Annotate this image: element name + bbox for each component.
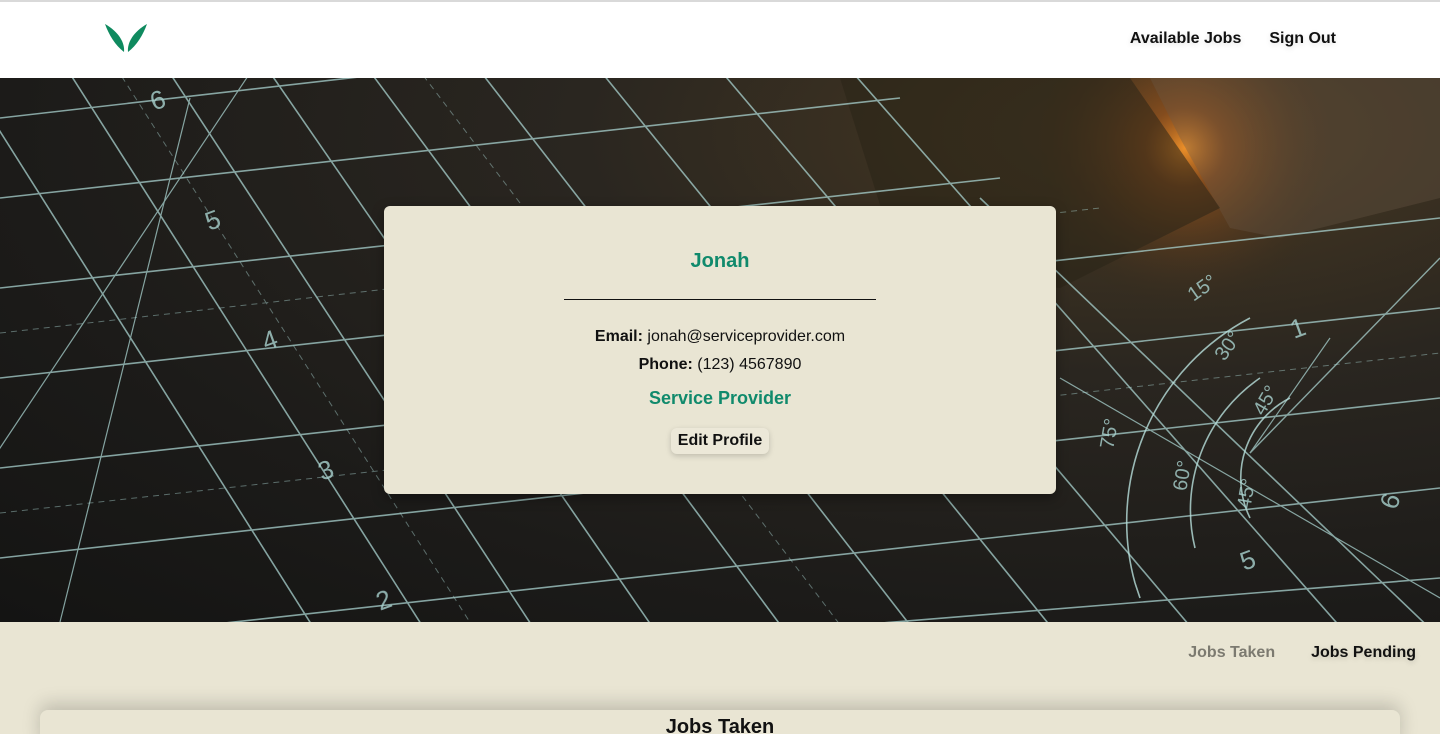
ruler-number: 45° [1233,477,1260,511]
main-nav: Available Jobs Sign Out [1130,30,1336,48]
ruler-number: 75° [1096,417,1123,451]
ruler-number: 3 [314,453,338,486]
tab-jobs-pending[interactable]: Jobs Pending [1311,644,1416,662]
ruler-number: 5 [201,203,225,236]
phone-label: Phone: [638,356,693,373]
ruler-number: 4 [258,323,282,356]
jobs-section: Jobs Taken Jobs Pending Jobs Taken [0,622,1440,734]
top-navbar: Available Jobs Sign Out [0,2,1440,78]
tab-jobs-taken[interactable]: Jobs Taken [1188,644,1275,662]
profile-name: Jonah [690,250,750,272]
role-label: Service Provider [648,388,792,408]
leaf-logo-icon[interactable] [103,21,149,53]
ruler-number: 6 [146,83,170,116]
phone-row: Phone: (123) 4567890 [384,356,1056,374]
jobs-tabs: Jobs Taken Jobs Pending [1188,644,1416,662]
email-label: Email: [594,328,643,345]
divider [564,299,876,300]
profile-card: Jonah Email: jonah@serviceprovider.com P… [384,206,1056,494]
email-row: Email: jonah@serviceprovider.com [384,328,1056,346]
phone-value: (123) 4567890 [697,356,802,373]
nav-sign-out[interactable]: Sign Out [1269,30,1336,48]
edit-profile-button[interactable]: Edit Profile [671,428,769,454]
ruler-number: 5 [1236,543,1260,576]
nav-available-jobs[interactable]: Available Jobs [1130,30,1241,48]
jobs-panel-title: Jobs Taken [665,716,775,734]
ruler-number: 2 [372,583,396,616]
email-value: jonah@serviceprovider.com [647,328,846,345]
